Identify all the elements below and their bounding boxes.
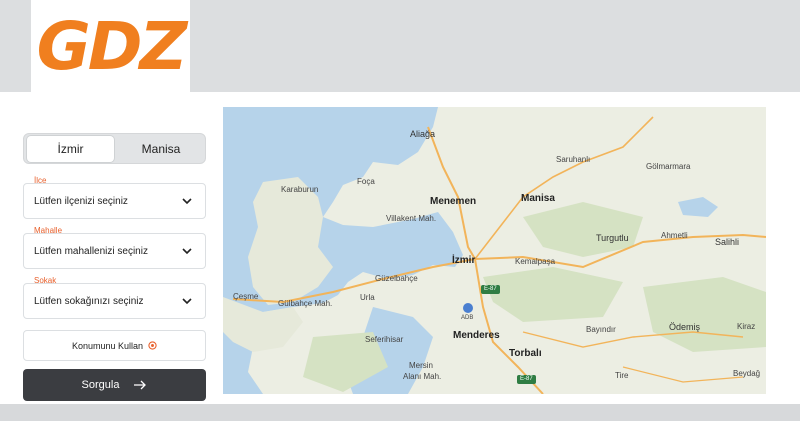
query-button[interactable]: Sorgula [23,369,206,401]
map-label-golmarmara: Gölmarmara [646,162,691,171]
street-select[interactable]: Lütfen sokağınızı seçiniz [23,283,206,319]
map-label-salihli: Salihli [715,237,740,247]
airport-icon [463,303,473,313]
map-label-aliaga: Aliağa [410,129,436,139]
logo[interactable]: GDZ [31,0,190,92]
road-badge-e87-north: E-87 [481,285,500,294]
use-location-button[interactable]: Konumunu Kullan [23,330,206,361]
map-label-bayindir: Bayındır [586,325,616,334]
map-label-adb: ADB [461,315,474,321]
chevron-down-icon [182,198,192,205]
map-label-seferihisar: Seferihisar [365,335,404,344]
map-label-villakent: Villakent Mah. [386,214,437,223]
map-label-beydag: Beydağ [733,369,761,378]
region-map[interactable]: Aliağa Saruhanlı Gölmarmara Karaburun Fo… [223,107,766,394]
map-label-urla: Urla [360,293,375,302]
map-label-kemalpasa: Kemalpaşa [515,257,556,266]
map-label-foca: Foça [357,177,375,186]
map-graphic [223,107,766,394]
city-option-manisa[interactable]: Manisa [118,136,204,162]
map-label-mersin-line2: Alanı Mah. [403,372,442,381]
district-select-value: Lütfen ilçenizi seçiniz [34,195,128,207]
arrow-right-icon [134,380,147,390]
map-label-cesme: Çeşme [233,292,259,301]
map-label-manisa: Manisa [521,193,555,204]
map-label-kiraz: Kiraz [737,322,756,331]
chevron-down-icon [182,298,192,305]
top-bar: GDZ [0,0,800,92]
map-label-turgutlu: Turgutlu [596,233,629,243]
bottom-strip [0,404,800,421]
map-label-saruhanli: Saruhanlı [556,155,591,164]
map-label-izmir: İzmir [452,255,476,266]
logo-text: GDZ [36,7,188,85]
location-target-icon [148,341,157,350]
query-button-label: Sorgula [81,379,120,391]
city-option-izmir[interactable]: İzmir [27,136,114,162]
chevron-down-icon [182,248,192,255]
map-label-gulbahce: Gülbahçe Mah. [278,299,333,308]
district-select[interactable]: Lütfen ilçenizi seçiniz [23,183,206,219]
map-label-karaburun: Karaburun [281,185,319,194]
map-label-odemis: Ödemiş [669,322,701,332]
map-label-menderes: Menderes [453,330,500,341]
map-label-tire: Tire [615,371,629,380]
city-toggle: İzmir Manisa [23,133,206,164]
neighborhood-select[interactable]: Lütfen mahallenizi seçiniz [23,233,206,269]
map-label-menemen: Menemen [430,196,477,207]
road-badge-e87-south: E-87 [517,375,536,384]
street-select-value: Lütfen sokağınızı seçiniz [34,295,144,307]
map-label-guzelbahce: Güzelbahçe [375,274,418,283]
map-label-torbali: Torbalı [509,348,542,359]
map-label-ahmetli: Ahmetli [661,231,688,240]
use-location-label: Konumunu Kullan [71,340,144,351]
neighborhood-select-value: Lütfen mahallenizi seçiniz [34,245,148,257]
map-label-mersin-line1: Mersin [409,361,434,370]
